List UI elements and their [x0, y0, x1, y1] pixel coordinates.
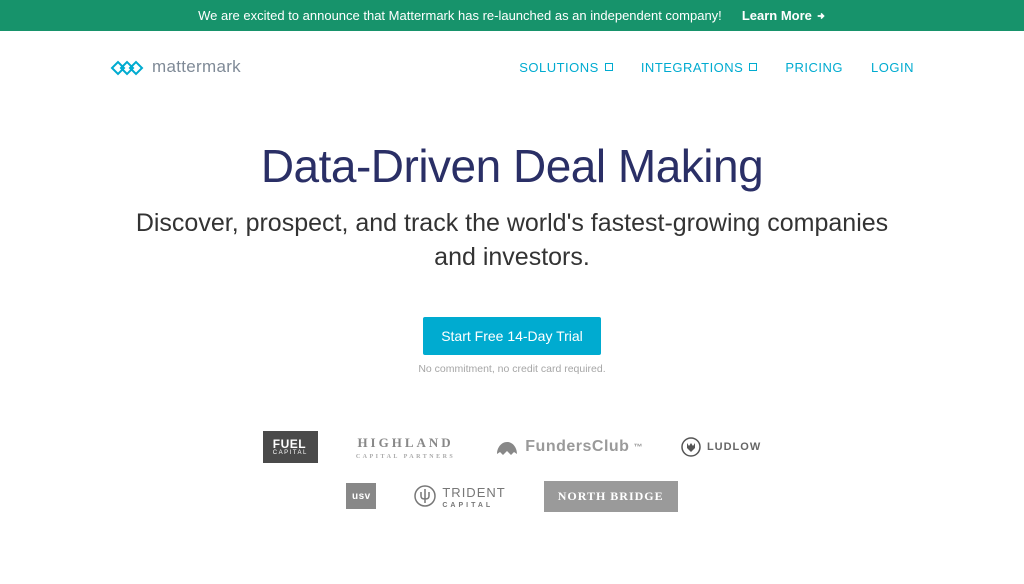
- wolf-icon: [681, 437, 701, 457]
- partner-trident-label: TRIDENT: [442, 485, 505, 500]
- learn-more-label: Learn More: [742, 8, 812, 23]
- start-trial-button[interactable]: Start Free 14-Day Trial: [423, 317, 601, 355]
- learn-more-link[interactable]: Learn More: [742, 8, 826, 23]
- cta-section: Start Free 14-Day Trial No commitment, n…: [0, 317, 1024, 375]
- partner-fuel-sub: CAPITAL: [273, 450, 308, 456]
- brand-logo[interactable]: mattermark: [110, 56, 241, 78]
- hero-subtitle: Discover, prospect, and track the world'…: [132, 207, 892, 275]
- partner-usv: usv: [346, 483, 376, 509]
- mattermark-logo-icon: [110, 56, 144, 78]
- partner-ludlow-label: LUDLOW: [707, 441, 761, 453]
- hero-section: Data-Driven Deal Making Discover, prospe…: [0, 139, 1024, 375]
- hero-title: Data-Driven Deal Making: [0, 139, 1024, 193]
- lion-icon: [493, 436, 521, 458]
- partner-northbridge-label: NORTH BRIDGE: [558, 489, 664, 504]
- partner-trident: TRIDENT CAPITAL: [414, 484, 505, 509]
- partner-northbridge: NORTH BRIDGE: [544, 481, 678, 512]
- announcement-bar: We are excited to announce that Matterma…: [0, 0, 1024, 31]
- header: mattermark SOLUTIONS INTEGRATIONS PRICIN…: [0, 31, 1024, 87]
- nav-integrations-label: INTEGRATIONS: [641, 60, 744, 75]
- logo-row-2: usv TRIDENT CAPITAL NORTH BRIDGE: [346, 481, 677, 512]
- nav-login[interactable]: LOGIN: [871, 60, 914, 75]
- nav-integrations[interactable]: INTEGRATIONS: [641, 60, 758, 75]
- dropdown-icon: [749, 63, 757, 71]
- nav-pricing[interactable]: PRICING: [785, 60, 843, 75]
- partner-ludlow: LUDLOW: [681, 437, 761, 457]
- partner-highland-label: HIGHLAND: [357, 435, 453, 450]
- partner-usv-label: usv: [352, 491, 371, 502]
- partner-fundersclub: FundersClub™: [493, 436, 643, 458]
- trident-icon: [414, 485, 436, 507]
- arrow-right-icon: [816, 11, 826, 21]
- nav-pricing-label: PRICING: [785, 60, 843, 75]
- partner-highland: HIGHLAND CAPITAL PARTNERS: [356, 434, 455, 460]
- main-nav: SOLUTIONS INTEGRATIONS PRICING LOGIN: [519, 60, 914, 75]
- partner-trident-sub: CAPITAL: [442, 502, 505, 509]
- partner-fundersclub-label: FundersClub: [525, 438, 629, 456]
- partner-fuel: FUEL CAPITAL: [263, 431, 318, 463]
- partner-logos: FUEL CAPITAL HIGHLAND CAPITAL PARTNERS F…: [0, 431, 1024, 512]
- nav-solutions[interactable]: SOLUTIONS: [519, 60, 613, 75]
- partner-highland-sub: CAPITAL PARTNERS: [356, 454, 455, 460]
- dropdown-icon: [605, 63, 613, 71]
- nav-solutions-label: SOLUTIONS: [519, 60, 599, 75]
- announcement-text: We are excited to announce that Matterma…: [198, 8, 722, 23]
- brand-name: mattermark: [152, 57, 241, 77]
- logo-row-1: FUEL CAPITAL HIGHLAND CAPITAL PARTNERS F…: [263, 431, 761, 463]
- cta-note: No commitment, no credit card required.: [0, 363, 1024, 375]
- nav-login-label: LOGIN: [871, 60, 914, 75]
- partner-fuel-label: FUEL: [273, 437, 306, 451]
